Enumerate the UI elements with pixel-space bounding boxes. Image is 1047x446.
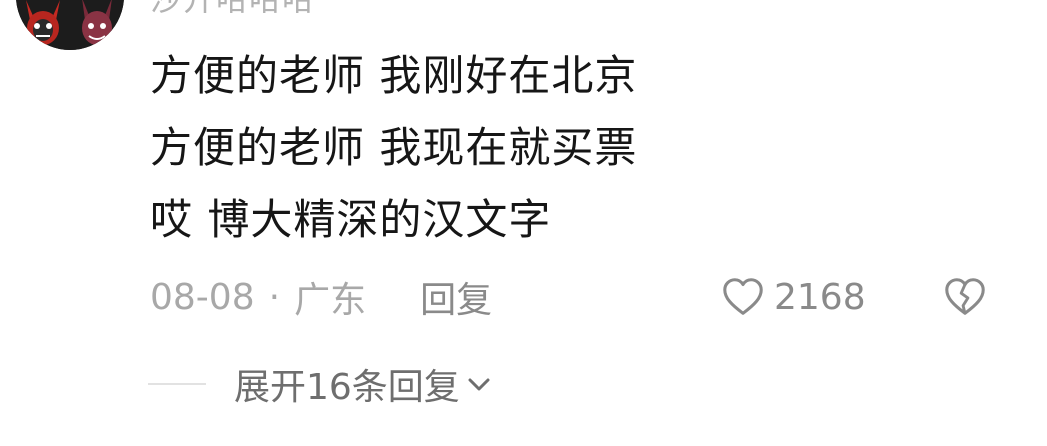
heart-outline-icon — [723, 278, 763, 315]
username[interactable]: 沙开哈哈哈 — [150, 0, 315, 20]
comment-line-1: 方便的老师 我刚好在北京 — [150, 51, 638, 100]
broken-heart-icon[interactable] — [942, 274, 988, 320]
meta-separator: · — [268, 276, 281, 318]
reply-button[interactable]: 回复 — [420, 271, 492, 323]
expand-divider — [148, 383, 206, 385]
comment-date: 08-08 — [150, 276, 255, 318]
avatar-tile-3 — [16, 0, 70, 50]
comment-meta: 08-08 · 广东 回复 2168 — [150, 270, 1000, 324]
comment-item: 沙开哈哈哈 方便的老师 我刚好在北京 方便的老师 我现在就买票 哎 博大精深的汉… — [0, 0, 1047, 446]
like-count: 2168 — [774, 276, 866, 318]
avatar[interactable] — [16, 0, 124, 50]
comment-location: 广东 — [294, 280, 367, 321]
like-button[interactable]: 2168 — [720, 270, 866, 324]
comment-line-3: 哎 博大精深的汉文字 — [150, 195, 552, 244]
comment-line-2: 方便的老师 我现在就买票 — [150, 123, 638, 172]
avatar-tile-4 — [70, 0, 124, 50]
expand-replies-button[interactable]: 展开16条回复 — [148, 356, 494, 412]
chevron-down-icon — [468, 378, 490, 391]
comment-text: 方便的老师 我刚好在北京 方便的老师 我现在就买票 哎 博大精深的汉文字 — [150, 40, 1010, 256]
expand-replies-label: 展开16条回复 — [234, 367, 460, 408]
